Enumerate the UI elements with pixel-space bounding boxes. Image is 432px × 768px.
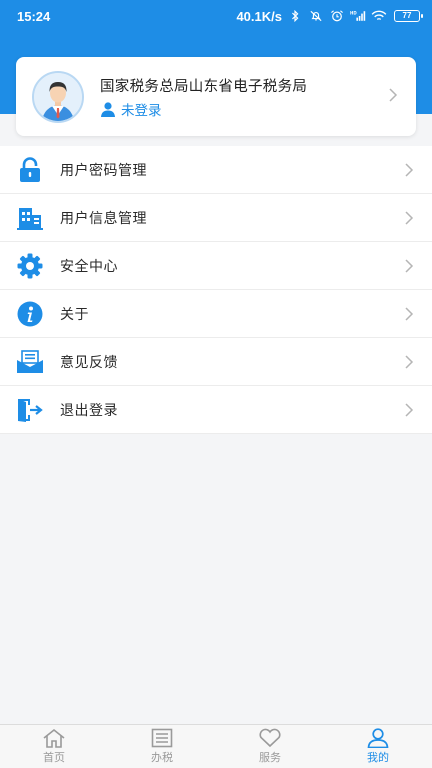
nav-label: 首页 (43, 752, 65, 764)
chevron-right-icon (389, 88, 398, 102)
gear-icon (16, 252, 44, 280)
user-icon (367, 728, 389, 748)
menu-item-password[interactable]: 用户密码管理 (0, 146, 432, 194)
lock-icon (16, 156, 44, 184)
menu-item-logout[interactable]: 退出登录 (0, 386, 432, 434)
wifi-icon (371, 10, 387, 21)
battery-icon: 77 (394, 10, 423, 22)
list-icon (151, 728, 173, 748)
chevron-right-icon (405, 403, 414, 417)
heart-icon (259, 728, 281, 748)
avatar-icon (32, 70, 84, 123)
home-icon (43, 728, 65, 748)
menu-item-about[interactable]: 关于 (0, 290, 432, 338)
nav-label: 服务 (259, 752, 281, 764)
building-icon (16, 204, 44, 232)
mute-icon (310, 10, 322, 22)
nav-home[interactable]: 首页 (0, 725, 108, 768)
network-speed: 40.1K/s (236, 8, 282, 24)
status-bar: 15:24 40.1K/s HD 77 (0, 0, 432, 32)
bottom-nav: 首页 办税 服务 我的 (0, 724, 432, 768)
menu-item-feedback[interactable]: 意见反馈 (0, 338, 432, 386)
status-time: 15:24 (17, 8, 51, 24)
info-icon (16, 300, 44, 328)
hd-signal-icon: HD (350, 10, 366, 21)
svg-text:HD: HD (350, 10, 357, 15)
bluetooth-icon (292, 10, 299, 22)
menu-item-user-info[interactable]: 用户信息管理 (0, 194, 432, 242)
nav-mine[interactable]: 我的 (324, 725, 432, 768)
settings-menu: 用户密码管理 用户信息管理 安全中心 关于 意见反馈 退出登录 (0, 146, 432, 434)
feedback-icon (16, 348, 44, 376)
nav-service[interactable]: 服务 (216, 725, 324, 768)
profile-card[interactable]: 国家税务总局山东省电子税务局 未登录 (16, 57, 416, 136)
alarm-icon (331, 10, 343, 22)
profile-text: 国家税务总局山东省电子税务局 未登录 (100, 75, 307, 119)
nav-tax[interactable]: 办税 (108, 725, 216, 768)
logout-icon (16, 396, 44, 424)
status-icons: 40.1K/s HD 77 (236, 8, 423, 24)
login-status[interactable]: 未登录 (100, 99, 307, 119)
menu-item-label: 安全中心 (60, 257, 118, 274)
nav-label: 我的 (367, 752, 389, 764)
menu-item-label: 意见反馈 (60, 353, 118, 370)
chevron-right-icon (405, 259, 414, 273)
chevron-right-icon (405, 355, 414, 369)
chevron-right-icon (405, 211, 414, 225)
login-status-label: 未登录 (121, 102, 162, 118)
menu-item-label: 用户信息管理 (60, 209, 147, 226)
chevron-right-icon (405, 307, 414, 321)
screen: 15:24 40.1K/s HD 77 国家税务总局山东省电子税务局 未登录 用… (0, 0, 432, 768)
org-name: 国家税务总局山东省电子税务局 (100, 78, 308, 95)
menu-item-label: 关于 (60, 305, 89, 322)
menu-item-label: 用户密码管理 (60, 161, 147, 178)
user-icon (101, 101, 115, 117)
battery-level: 77 (402, 11, 412, 20)
menu-item-security[interactable]: 安全中心 (0, 242, 432, 290)
nav-label: 办税 (151, 752, 173, 764)
chevron-right-icon (405, 163, 414, 177)
menu-item-label: 退出登录 (60, 401, 118, 418)
